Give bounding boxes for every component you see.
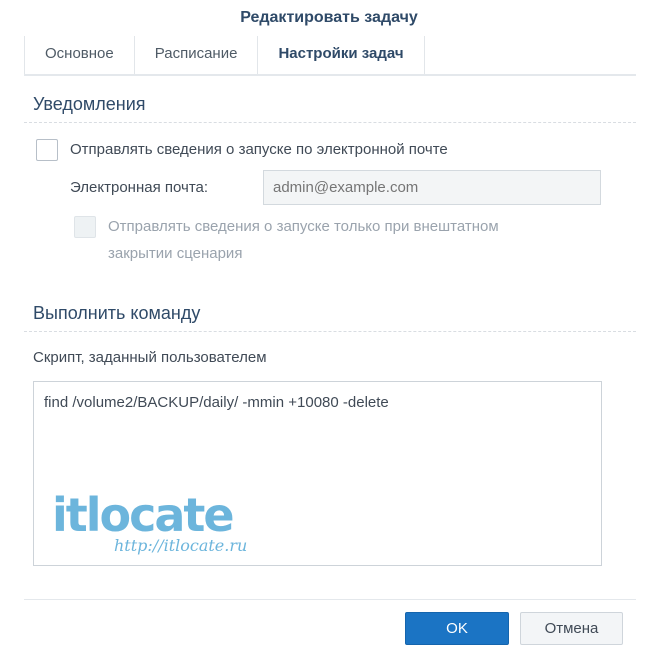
ok-button[interactable]: OK	[405, 612, 509, 645]
itlocate-watermark: itlocate http://itlocate.ru	[52, 488, 262, 558]
run-command-heading: Выполнить команду	[33, 303, 201, 323]
watermark-url: http://itlocate.ru	[114, 536, 248, 555]
send-email-label: Отправлять сведения о запуске по электро…	[70, 141, 448, 158]
tab-general[interactable]: Основное	[24, 36, 134, 74]
tab-task-settings[interactable]: Настройки задач	[257, 36, 425, 74]
notifications-heading: Уведомления	[33, 94, 146, 114]
email-field-label: Электронная почта:	[70, 179, 209, 196]
send-email-checkbox[interactable]	[36, 139, 58, 161]
only-abnormal-label-line2: закрытии сценария	[108, 245, 243, 262]
script-label: Скрипт, заданный пользователем	[33, 349, 267, 366]
tab-bar: Основное Расписание Настройки задач	[24, 36, 636, 76]
only-abnormal-label-line1: Отправлять сведения о запуске только при…	[108, 218, 499, 235]
dialog-title: Редактировать задачу	[240, 9, 418, 26]
cancel-button[interactable]: Отмена	[520, 612, 623, 645]
run-command-divider	[24, 331, 636, 332]
only-abnormal-checkbox[interactable]	[74, 216, 96, 238]
notifications-divider	[24, 122, 636, 123]
watermark-logo: itlocate	[52, 488, 235, 542]
edit-task-dialog: Редактировать задачу Основное Расписание…	[0, 0, 658, 654]
footer-divider	[24, 599, 636, 600]
tab-schedule[interactable]: Расписание	[133, 36, 258, 74]
email-field[interactable]	[263, 170, 601, 205]
